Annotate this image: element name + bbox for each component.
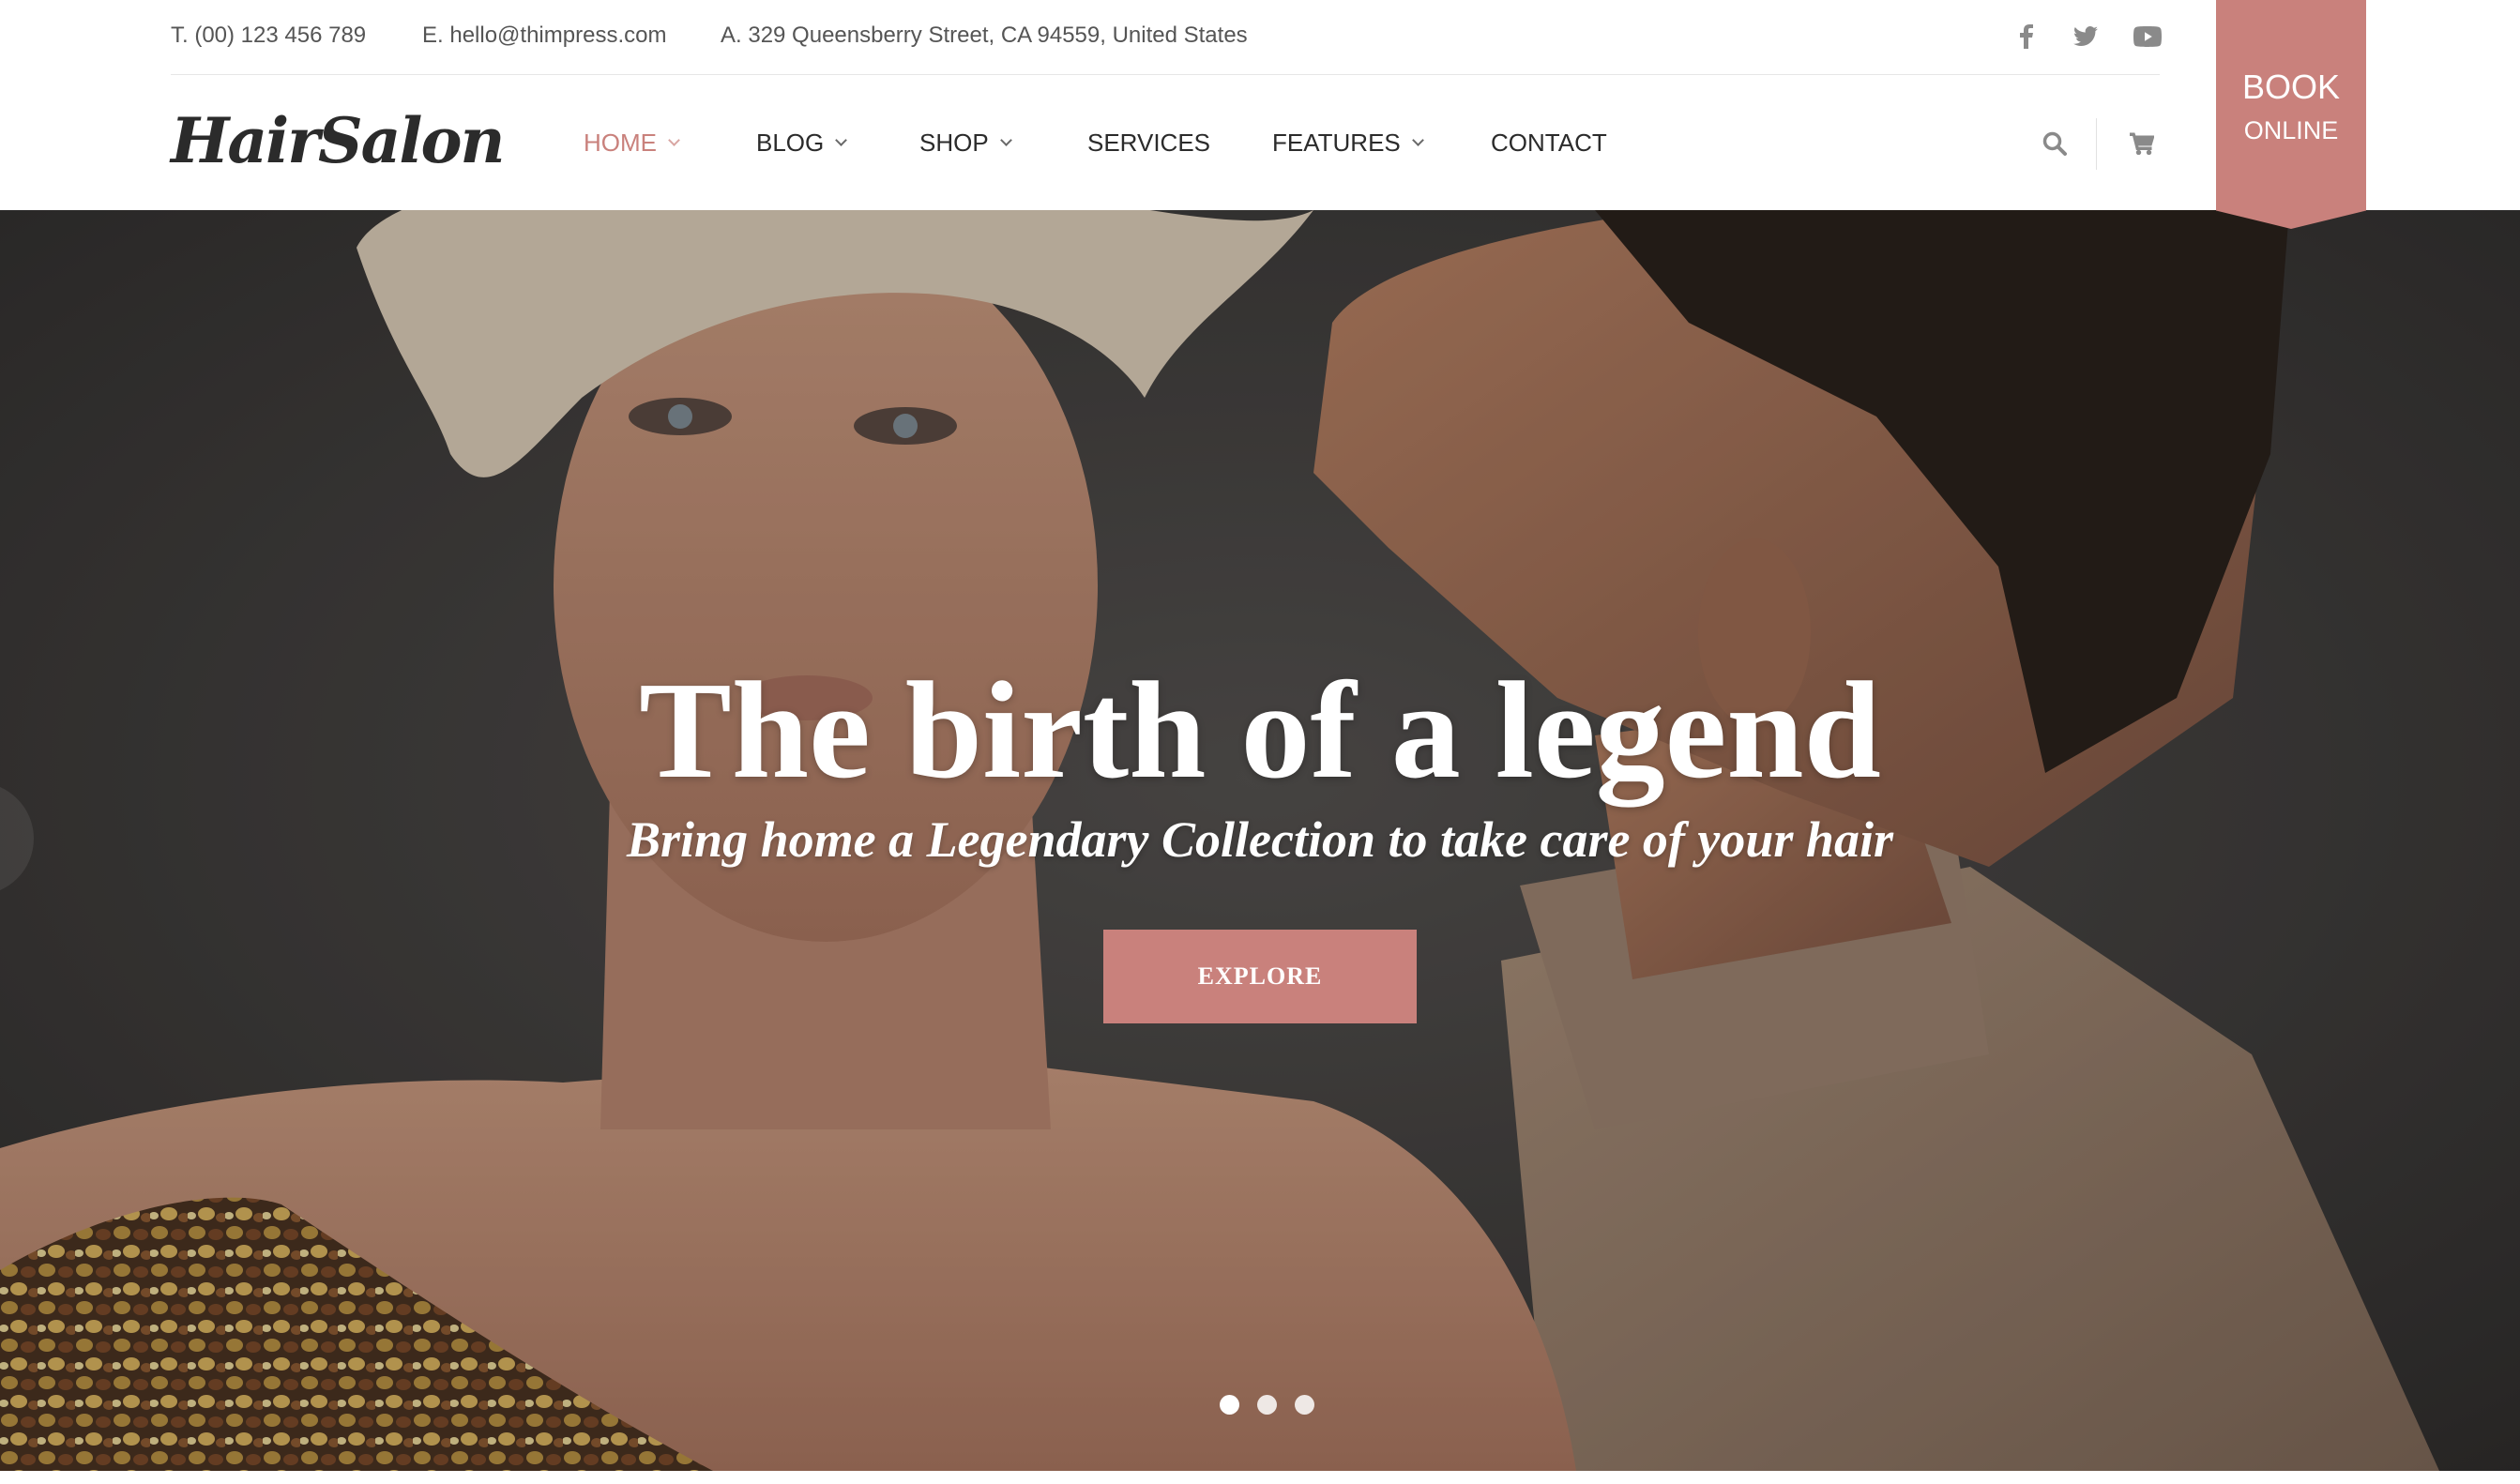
nav-item-contact-label: CONTACT — [1491, 129, 1607, 157]
hero-title: The birth of a legend — [639, 654, 1881, 808]
facebook-icon[interactable] — [2011, 23, 2042, 51]
slider-pagination — [1220, 1395, 1332, 1415]
nav-item-blog[interactable]: BLOG — [756, 129, 848, 158]
slider-dot[interactable] — [1295, 1395, 1314, 1415]
nav-item-shop-label: SHOP — [919, 129, 989, 157]
main-nav: HairSalon HOME BLOG SHOP SERVICES FEATUR… — [0, 76, 2520, 210]
nav-item-home[interactable]: HOME — [584, 129, 680, 158]
nav-item-home-label: HOME — [584, 129, 657, 157]
search-icon[interactable] — [2036, 125, 2073, 162]
chevron-down-icon — [999, 134, 1012, 146]
chevron-down-icon — [668, 134, 680, 146]
slider-dot[interactable] — [1257, 1395, 1277, 1415]
top-bar-inner: T. (00) 123 456 789 E. hello@thimpress.c… — [171, 0, 2163, 75]
nav-item-services-label: SERVICES — [1087, 129, 1211, 157]
nav-item-blog-label: BLOG — [756, 129, 825, 157]
chevron-down-icon — [1411, 134, 1424, 146]
explore-button[interactable]: EXPLORE — [1103, 930, 1417, 1023]
slider-dot[interactable] — [1220, 1395, 1239, 1415]
logo[interactable]: HairSalon — [171, 104, 505, 177]
twitter-icon[interactable] — [2070, 23, 2102, 51]
youtube-icon[interactable] — [2132, 23, 2163, 51]
nav-divider — [2096, 118, 2097, 170]
top-bar: T. (00) 123 456 789 E. hello@thimpress.c… — [0, 0, 2520, 75]
cart-icon[interactable] — [2123, 125, 2161, 162]
book-online-line1: BOOK — [2241, 68, 2341, 106]
book-online-line2: ONLINE — [2243, 116, 2339, 144]
nav-item-features[interactable]: FEATURES — [1272, 129, 1424, 158]
hero-slider: The birth of a legend Bring home a Legen… — [0, 210, 2520, 1471]
hero-subtitle: Bring home a Legendary Collection to tak… — [627, 811, 1893, 868]
contact-address: A. 329 Queensberry Street, CA 94559, Uni… — [721, 23, 1248, 48]
contact-phone: T. (00) 123 456 789 — [171, 23, 367, 48]
book-online-button[interactable]: BOOK ONLINE — [2216, 0, 2366, 229]
nav-item-services[interactable]: SERVICES — [1087, 129, 1210, 158]
nav-item-shop[interactable]: SHOP — [919, 129, 1012, 158]
nav-item-contact[interactable]: CONTACT — [1491, 129, 1607, 158]
nav-item-features-label: FEATURES — [1272, 129, 1401, 157]
contact-email[interactable]: E. hello@thimpress.com — [422, 23, 666, 49]
chevron-down-icon — [835, 134, 848, 146]
